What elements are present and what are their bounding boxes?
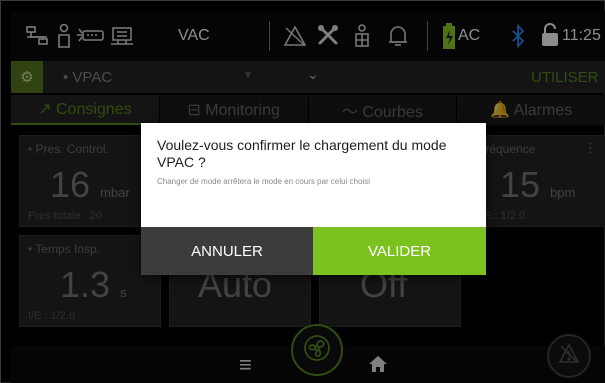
screen: VAC AC 11:25 ⚙ • VPAC ▼ ⌄ UTILISER ↗ Con… (0, 0, 605, 383)
confirm-dialog: Voulez-vous confirmer le chargement du m… (141, 123, 486, 275)
cancel-button[interactable]: ANNULER (141, 227, 313, 275)
dialog-title: Voulez-vous confirmer le chargement du m… (157, 137, 447, 170)
confirm-button[interactable]: VALIDER (313, 227, 486, 275)
dialog-subtitle: Changer de mode arrêtera le mode en cour… (157, 177, 371, 186)
